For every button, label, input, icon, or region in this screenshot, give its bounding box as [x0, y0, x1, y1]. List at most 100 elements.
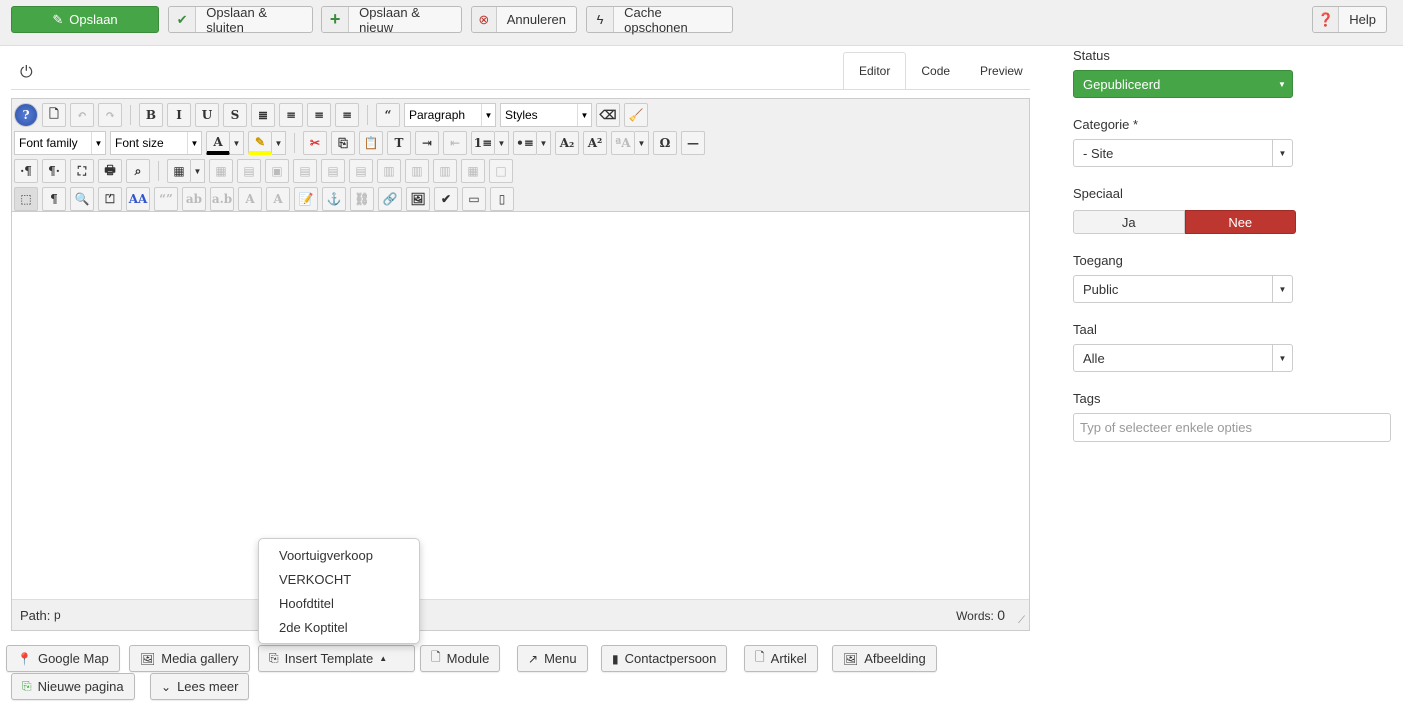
contact-button[interactable]: ▮ Contactpersoon	[601, 645, 728, 672]
eraser-icon[interactable]: ⌫	[596, 103, 620, 127]
cite-icon[interactable]: “”	[154, 187, 178, 211]
menu-button[interactable]: ↗ Menu	[517, 645, 588, 672]
status-select[interactable]: Gepubliceerd ▼	[1073, 70, 1293, 98]
fullscreen-icon[interactable]: ⛶	[70, 159, 94, 183]
category-select[interactable]: - Site ▼	[1073, 139, 1293, 167]
insert-row-before-icon[interactable]: ▤	[293, 159, 317, 183]
tags-input[interactable]: Typ of selecteer enkele opties	[1073, 413, 1391, 442]
acronym-icon[interactable]: a.b	[210, 187, 234, 211]
save-button[interactable]: ✎ Opslaan	[11, 6, 159, 33]
font-size-dropdown[interactable]: Font size ▼	[110, 131, 202, 155]
delete-col-icon[interactable]: ▥	[433, 159, 457, 183]
subscript-icon[interactable]: A₂	[555, 131, 579, 155]
access-select[interactable]: Public ▼	[1073, 275, 1293, 303]
print-icon[interactable]: 🖶	[98, 159, 122, 183]
cell-props-icon[interactable]: ▣	[265, 159, 289, 183]
link-icon[interactable]: 🔗	[378, 187, 402, 211]
split-dropdown-arrow-icon[interactable]: ▼	[272, 131, 286, 155]
text-color-icon[interactable]: A	[206, 131, 230, 155]
split-cells-icon[interactable]: ▦	[461, 159, 485, 183]
align-center-icon[interactable]: ≡	[279, 103, 303, 127]
row-props-icon[interactable]: ▤	[237, 159, 261, 183]
pagebreak-icon[interactable]: ⏍	[98, 187, 122, 211]
help-button[interactable]: ❓ Help	[1312, 6, 1387, 33]
insert-col-after-icon[interactable]: ▥	[405, 159, 429, 183]
paste-text-icon[interactable]: T	[387, 131, 411, 155]
delete-table-icon[interactable]: ▦	[209, 159, 233, 183]
split-dropdown-arrow-icon[interactable]: ▼	[191, 159, 205, 183]
delete-row-icon[interactable]: ▤	[349, 159, 373, 183]
unlink-icon[interactable]: ⛓	[350, 187, 374, 211]
image-icon[interactable]: 🖼	[406, 187, 430, 211]
format-select-dropdown[interactable]: Paragraph ▼	[404, 103, 496, 127]
featured-yes-button[interactable]: Ja	[1073, 210, 1185, 234]
table-icon[interactable]: ▦	[167, 159, 191, 183]
ordered-list-icon[interactable]: 1≡	[471, 131, 495, 155]
insert-col-before-icon[interactable]: ▥	[377, 159, 401, 183]
clean-broom-icon[interactable]: 🧹	[624, 103, 648, 127]
align-justify-icon[interactable]: ≣	[251, 103, 275, 127]
tab-code[interactable]: Code	[906, 52, 965, 90]
cancel-button[interactable]: ⊗ Annuleren	[471, 6, 577, 33]
google-map-button[interactable]: 📍 Google Map	[6, 645, 120, 672]
align-left-icon[interactable]: ≡	[307, 103, 331, 127]
save-new-button[interactable]: + Opslaan & nieuw	[321, 5, 462, 35]
menu-item[interactable]: VERKOCHT	[259, 567, 419, 591]
strikethrough-icon[interactable]: S	[223, 103, 247, 127]
redo-icon[interactable]: ↷	[98, 103, 122, 127]
copy-icon[interactable]: ⎘	[331, 131, 355, 155]
highlight-color-icon[interactable]: ✎	[248, 131, 272, 155]
preview-icon[interactable]: 🔍	[70, 187, 94, 211]
ins-icon[interactable]: A	[266, 187, 290, 211]
menu-item[interactable]: Hoofdtitel	[259, 591, 419, 615]
abbr-icon[interactable]: ab	[182, 187, 206, 211]
undo-icon[interactable]: ↶	[70, 103, 94, 127]
save-close-button[interactable]: ✔ Opslaan & sluiten	[168, 5, 313, 35]
outdent-icon[interactable]: ⇤	[443, 131, 467, 155]
image-button[interactable]: 🖼 Afbeelding	[832, 645, 937, 672]
blockquote-icon[interactable]: “	[376, 103, 400, 127]
merge-cells-icon[interactable]: □	[489, 159, 513, 183]
module-button[interactable]: 🗋 Module	[420, 645, 501, 672]
unordered-list-icon[interactable]: •≡	[513, 131, 537, 155]
superscript-icon[interactable]: A²	[583, 131, 607, 155]
font-size-icon[interactable]: ªA	[611, 131, 635, 155]
insert-template-button[interactable]: ⎘ Insert Template ▲	[258, 645, 415, 672]
layer-icon[interactable]: ▭	[462, 187, 486, 211]
template-icon[interactable]: ▯	[490, 187, 514, 211]
del-icon[interactable]: A	[238, 187, 262, 211]
split-dropdown-arrow-icon[interactable]: ▼	[635, 131, 649, 155]
indent-icon[interactable]: ⇥	[415, 131, 439, 155]
split-dropdown-arrow-icon[interactable]: ▼	[537, 131, 551, 155]
search-replace-icon[interactable]: ⌕	[126, 159, 150, 183]
anchor-icon[interactable]: ⚓	[322, 187, 346, 211]
cut-icon[interactable]: ✂	[303, 131, 327, 155]
featured-no-button[interactable]: Nee	[1184, 210, 1296, 234]
underline-icon[interactable]: U	[195, 103, 219, 127]
menu-item[interactable]: Voortuigverkoop	[259, 543, 419, 567]
paste-icon[interactable]: 📋	[359, 131, 383, 155]
bold-icon[interactable]: B	[139, 103, 163, 127]
menu-item[interactable]: 2de Koptitel	[259, 615, 419, 639]
visual-aid-icon[interactable]: ⬚	[14, 187, 38, 211]
show-blocks-icon[interactable]: ¶	[42, 187, 66, 211]
align-right-icon[interactable]: ≡	[335, 103, 359, 127]
rtl-icon[interactable]: ¶·	[42, 159, 66, 183]
tab-editor[interactable]: Editor	[843, 52, 907, 90]
language-select[interactable]: Alle ▼	[1073, 344, 1293, 372]
new-document-icon[interactable]: 🗋	[42, 103, 66, 127]
special-char-icon[interactable]: Ω	[653, 131, 677, 155]
italic-icon[interactable]: I	[167, 103, 191, 127]
new-page-button[interactable]: ⎘ Nieuwe pagina	[11, 673, 135, 700]
read-more-button[interactable]: ⌄ Lees meer	[150, 673, 250, 700]
attributes-icon[interactable]: 📝	[294, 187, 318, 211]
spellcheck-icon[interactable]: ✔	[434, 187, 458, 211]
clear-cache-button[interactable]: ϟ Cache opschonen	[586, 5, 733, 35]
styles-select-dropdown[interactable]: Styles ▼	[500, 103, 592, 127]
editor-content-area[interactable]	[12, 212, 1029, 600]
toggle-editor-icon[interactable]: ⏻	[20, 64, 33, 82]
path-value[interactable]: p	[54, 608, 61, 622]
split-dropdown-arrow-icon[interactable]: ▼	[230, 131, 244, 155]
article-button[interactable]: 🗋 Artikel	[744, 645, 818, 672]
resize-handle-icon[interactable]: ⟋	[1018, 615, 1025, 626]
